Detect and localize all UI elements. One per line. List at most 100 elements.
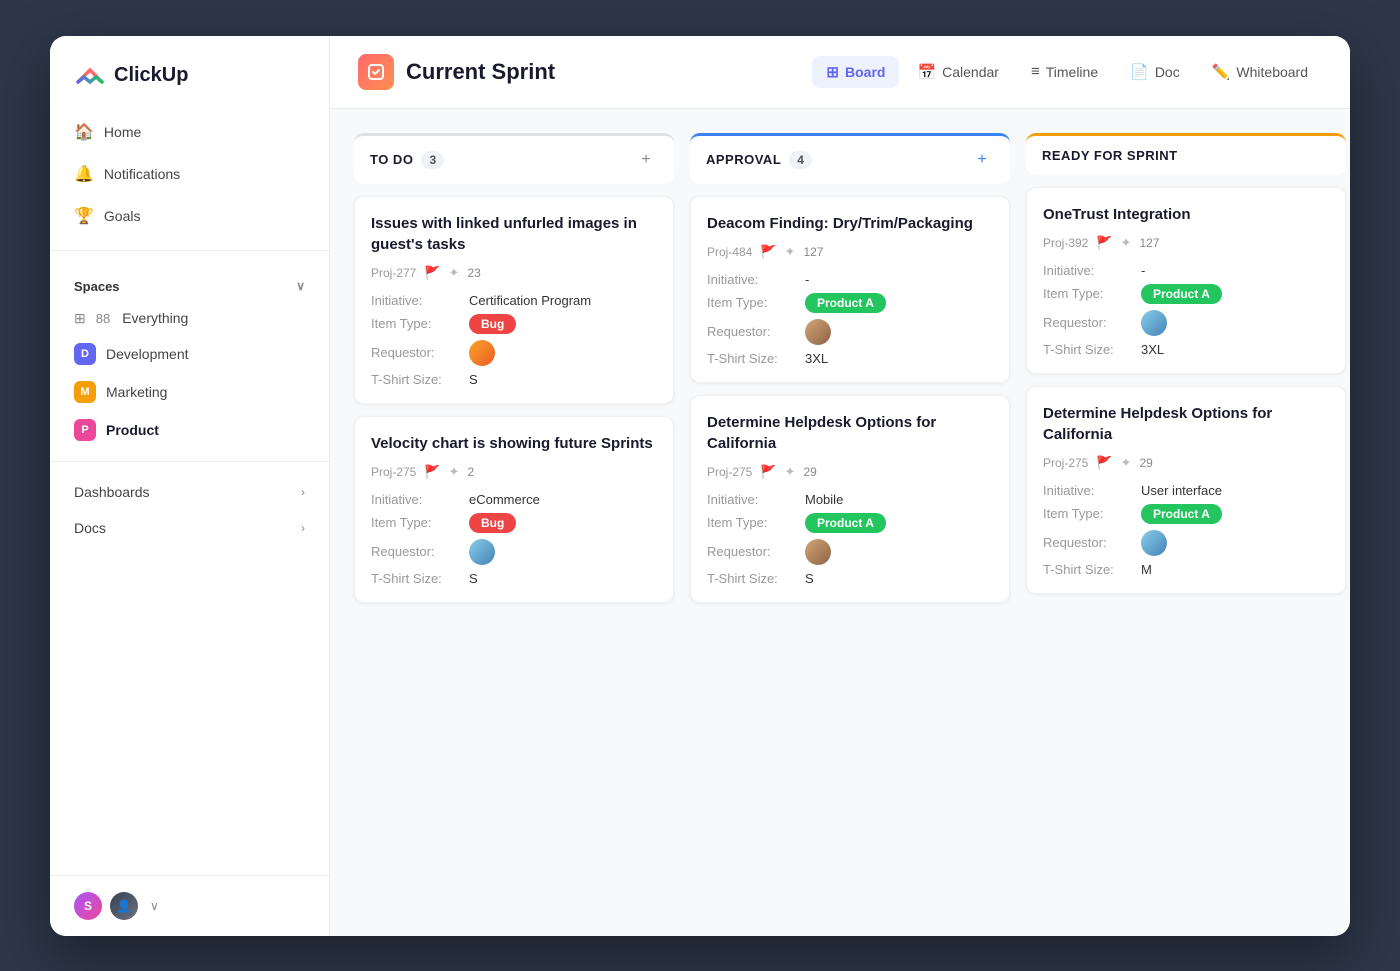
card3-size-value: 3XL (805, 351, 828, 366)
everything-label: Everything (122, 310, 188, 326)
tab-doc[interactable]: 📄 Doc (1116, 56, 1194, 88)
tab-board[interactable]: ⊞ Board (812, 56, 899, 88)
card2-field-size: T-Shirt Size: S (371, 571, 657, 586)
sidebar-item-notifications[interactable]: 🔔 Notifications (62, 154, 317, 194)
card6-meta: Proj-275 🚩 ✦ 29 (1043, 455, 1329, 471)
card-ready-2: Determine Helpdesk Options for Californi… (1026, 386, 1346, 594)
dashboards-chevron: › (301, 485, 305, 499)
product-label: Product (106, 422, 159, 438)
calendar-label: Calendar (942, 64, 999, 80)
card3-initiative-label: Initiative: (707, 272, 797, 287)
ready-title-area: READY FOR SPRINT (1042, 148, 1178, 163)
whiteboard-icon: ✏️ (1212, 63, 1231, 81)
product-dot: P (74, 419, 96, 441)
card4-score: 29 (803, 465, 816, 479)
card5-initiative-label: Initiative: (1043, 263, 1133, 278)
approval-title-area: APPROVAL 4 (706, 151, 812, 169)
sidebar-item-goals[interactable]: 🏆 Goals (62, 196, 317, 236)
card1-meta: Proj-277 🚩 ✦ 23 (371, 265, 657, 281)
sidebar-item-everything[interactable]: ⊞ 88 Everything (50, 302, 329, 335)
card3-initiative-value: - (805, 272, 809, 287)
approval-title: APPROVAL (706, 152, 781, 167)
sidebar-item-docs[interactable]: Docs › (50, 510, 329, 546)
card6-size-value: M (1141, 562, 1152, 577)
card6-initiative-value: User interface (1141, 483, 1222, 498)
card3-meta: Proj-484 🚩 ✦ 127 (707, 244, 993, 260)
tab-calendar[interactable]: 📅 Calendar (903, 56, 1013, 88)
main-content: Current Sprint ⊞ Board 📅 Calendar ≡ Time… (330, 36, 1350, 936)
card1-size-label: T-Shirt Size: (371, 372, 461, 387)
card3-id: Proj-484 (707, 245, 752, 259)
board-area: TO DO 3 + Issues with linked unfurled im… (330, 109, 1350, 936)
card2-score: 2 (467, 465, 474, 479)
card6-field-itemtype: Item Type: Product A (1043, 504, 1329, 524)
card5-meta: Proj-392 🚩 ✦ 127 (1043, 235, 1329, 251)
sidebar-notifications-label: Notifications (104, 166, 180, 182)
card4-field-initiative: Initiative: Mobile (707, 492, 993, 507)
todo-add-button[interactable]: + (634, 148, 658, 172)
card6-score: 29 (1139, 456, 1152, 470)
card3-field-requestor: Requestor: (707, 319, 993, 345)
card2-id: Proj-275 (371, 465, 416, 479)
sprint-svg-icon (365, 61, 387, 83)
card4-field-size: T-Shirt Size: S (707, 571, 993, 586)
column-todo: TO DO 3 + Issues with linked unfurled im… (354, 133, 674, 603)
card3-itemtype-label: Item Type: (707, 295, 797, 310)
card4-requestor-avatar (805, 539, 831, 565)
card1-flag: 🚩 (424, 265, 440, 281)
card2-size-label: T-Shirt Size: (371, 571, 461, 586)
calendar-icon: 📅 (917, 63, 936, 81)
marketing-dot: M (74, 381, 96, 403)
card6-fields: Initiative: User interface Item Type: Pr… (1043, 483, 1329, 577)
card5-field-size: T-Shirt Size: 3XL (1043, 342, 1329, 357)
sidebar-item-home[interactable]: 🏠 Home (62, 112, 317, 152)
card6-product-tag: Product A (1141, 504, 1222, 524)
card2-field-itemtype: Item Type: Bug (371, 513, 657, 533)
sidebar-item-development[interactable]: D Development (50, 335, 329, 373)
card4-id: Proj-275 (707, 465, 752, 479)
card6-star: ✦ (1121, 455, 1132, 471)
card1-initiative-label: Initiative: (371, 293, 461, 308)
sprint-title-area: Current Sprint (358, 54, 555, 90)
doc-icon: 📄 (1130, 63, 1149, 81)
board-label: Board (845, 64, 885, 80)
card2-itemtype-label: Item Type: (371, 515, 461, 530)
user-avatar-s: S (74, 892, 102, 920)
sidebar-item-dashboards[interactable]: Dashboards › (50, 474, 329, 510)
card2-title: Velocity chart is showing future Sprints (371, 433, 657, 454)
card2-meta: Proj-275 🚩 ✦ 2 (371, 464, 657, 480)
card-approval-1: Deacom Finding: Dry/Trim/Packaging Proj-… (690, 196, 1010, 383)
tab-whiteboard[interactable]: ✏️ Whiteboard (1198, 56, 1322, 88)
card6-field-initiative: Initiative: User interface (1043, 483, 1329, 498)
card1-star: ✦ (449, 265, 460, 281)
card4-title: Determine Helpdesk Options for Californi… (707, 412, 993, 454)
card3-requestor-avatar (805, 319, 831, 345)
spaces-chevron[interactable]: ∨ (296, 279, 305, 293)
card4-requestor-label: Requestor: (707, 544, 797, 559)
sidebar-divider-1 (50, 250, 329, 251)
card5-requestor-avatar (1141, 310, 1167, 336)
main-header: Current Sprint ⊞ Board 📅 Calendar ≡ Time… (330, 36, 1350, 109)
card2-field-requestor: Requestor: (371, 539, 657, 565)
sprint-icon (358, 54, 394, 90)
tab-timeline[interactable]: ≡ Timeline (1017, 56, 1112, 87)
clickup-logo-icon (74, 60, 106, 92)
card2-flag: 🚩 (424, 464, 440, 480)
card2-fields: Initiative: eCommerce Item Type: Bug Req… (371, 492, 657, 586)
development-dot: D (74, 343, 96, 365)
card5-itemtype-label: Item Type: (1043, 286, 1133, 301)
approval-add-button[interactable]: + (970, 148, 994, 172)
card2-field-initiative: Initiative: eCommerce (371, 492, 657, 507)
user-menu-arrow[interactable]: ∨ (150, 899, 159, 913)
card6-field-requestor: Requestor: (1043, 530, 1329, 556)
card5-field-itemtype: Item Type: Product A (1043, 284, 1329, 304)
card6-initiative-label: Initiative: (1043, 483, 1133, 498)
sidebar-item-marketing[interactable]: M Marketing (50, 373, 329, 411)
card5-initiative-value: - (1141, 263, 1145, 278)
card6-size-label: T-Shirt Size: (1043, 562, 1133, 577)
column-header-approval: APPROVAL 4 + (690, 133, 1010, 184)
card4-size-value: S (805, 571, 814, 586)
sidebar-item-product[interactable]: P Product (50, 411, 329, 449)
dashboards-label: Dashboards (74, 484, 150, 500)
card5-product-tag: Product A (1141, 284, 1222, 304)
